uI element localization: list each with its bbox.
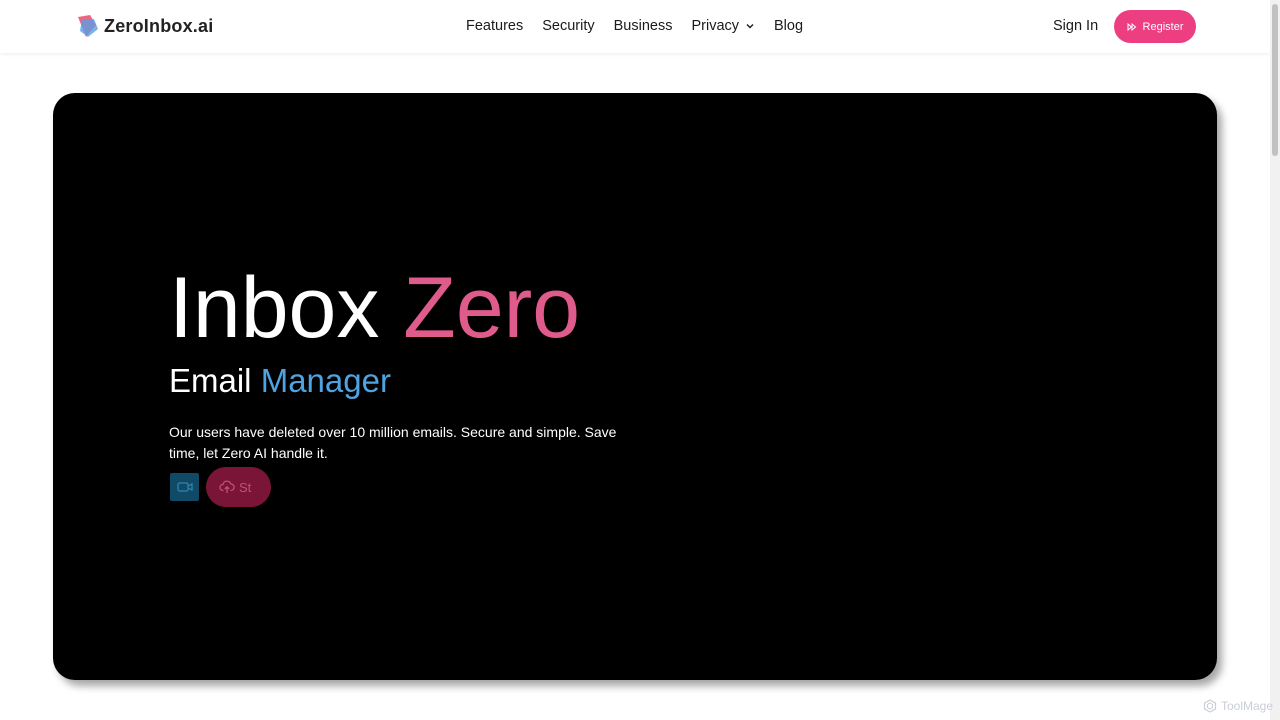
nav-item-features[interactable]: Features <box>466 18 523 34</box>
brand-name: ZeroInbox.ai <box>104 15 214 36</box>
upload-button[interactable]: St <box>206 467 271 507</box>
hero-subtitle-accent: Manager <box>260 362 391 399</box>
page-scrollbar[interactable] <box>1270 0 1280 720</box>
watermark: ToolMage <box>1203 699 1273 713</box>
hero-title-main: Inbox <box>169 260 380 356</box>
register-button[interactable]: Register <box>1114 10 1196 43</box>
hero-title: Inbox Zero <box>169 265 580 351</box>
nav-links: Features Security Business Privacy Blog <box>466 18 822 34</box>
brand-link[interactable]: ZeroInbox.ai <box>76 13 213 39</box>
register-label: Register <box>1142 20 1184 33</box>
top-navbar: ZeroInbox.ai Features Security Business … <box>0 0 1270 53</box>
nav-item-business[interactable]: Business <box>614 18 673 34</box>
hero-description: Our users have deleted over 10 million e… <box>169 424 617 461</box>
nav-item-privacy[interactable]: Privacy <box>691 18 755 34</box>
chevron-down-icon <box>746 24 754 29</box>
hero-title-accent: Zero <box>403 260 581 356</box>
watermark-text: ToolMage <box>1221 699 1274 713</box>
fast-forward-icon <box>1127 22 1136 31</box>
zeroinbox-logo-icon <box>78 15 98 37</box>
upload-button-label: St <box>239 479 252 495</box>
hero-subtitle-main: Email <box>169 362 252 399</box>
toolmage-logo-icon <box>1203 699 1217 713</box>
video-camera-icon <box>176 482 193 492</box>
nav-item-security[interactable]: Security <box>542 18 594 34</box>
sign-in-link[interactable]: Sign In <box>1053 18 1098 34</box>
video-button[interactable] <box>170 473 199 501</box>
hero-subtitle: Email Manager <box>169 364 391 397</box>
hero-section: Inbox Zero Email Manager Our users have … <box>53 93 1217 680</box>
cloud-upload-icon <box>219 480 235 493</box>
scrollbar-thumb[interactable] <box>1272 4 1278 156</box>
nav-item-blog[interactable]: Blog <box>774 18 803 34</box>
nav-item-privacy-label: Privacy <box>691 18 740 34</box>
